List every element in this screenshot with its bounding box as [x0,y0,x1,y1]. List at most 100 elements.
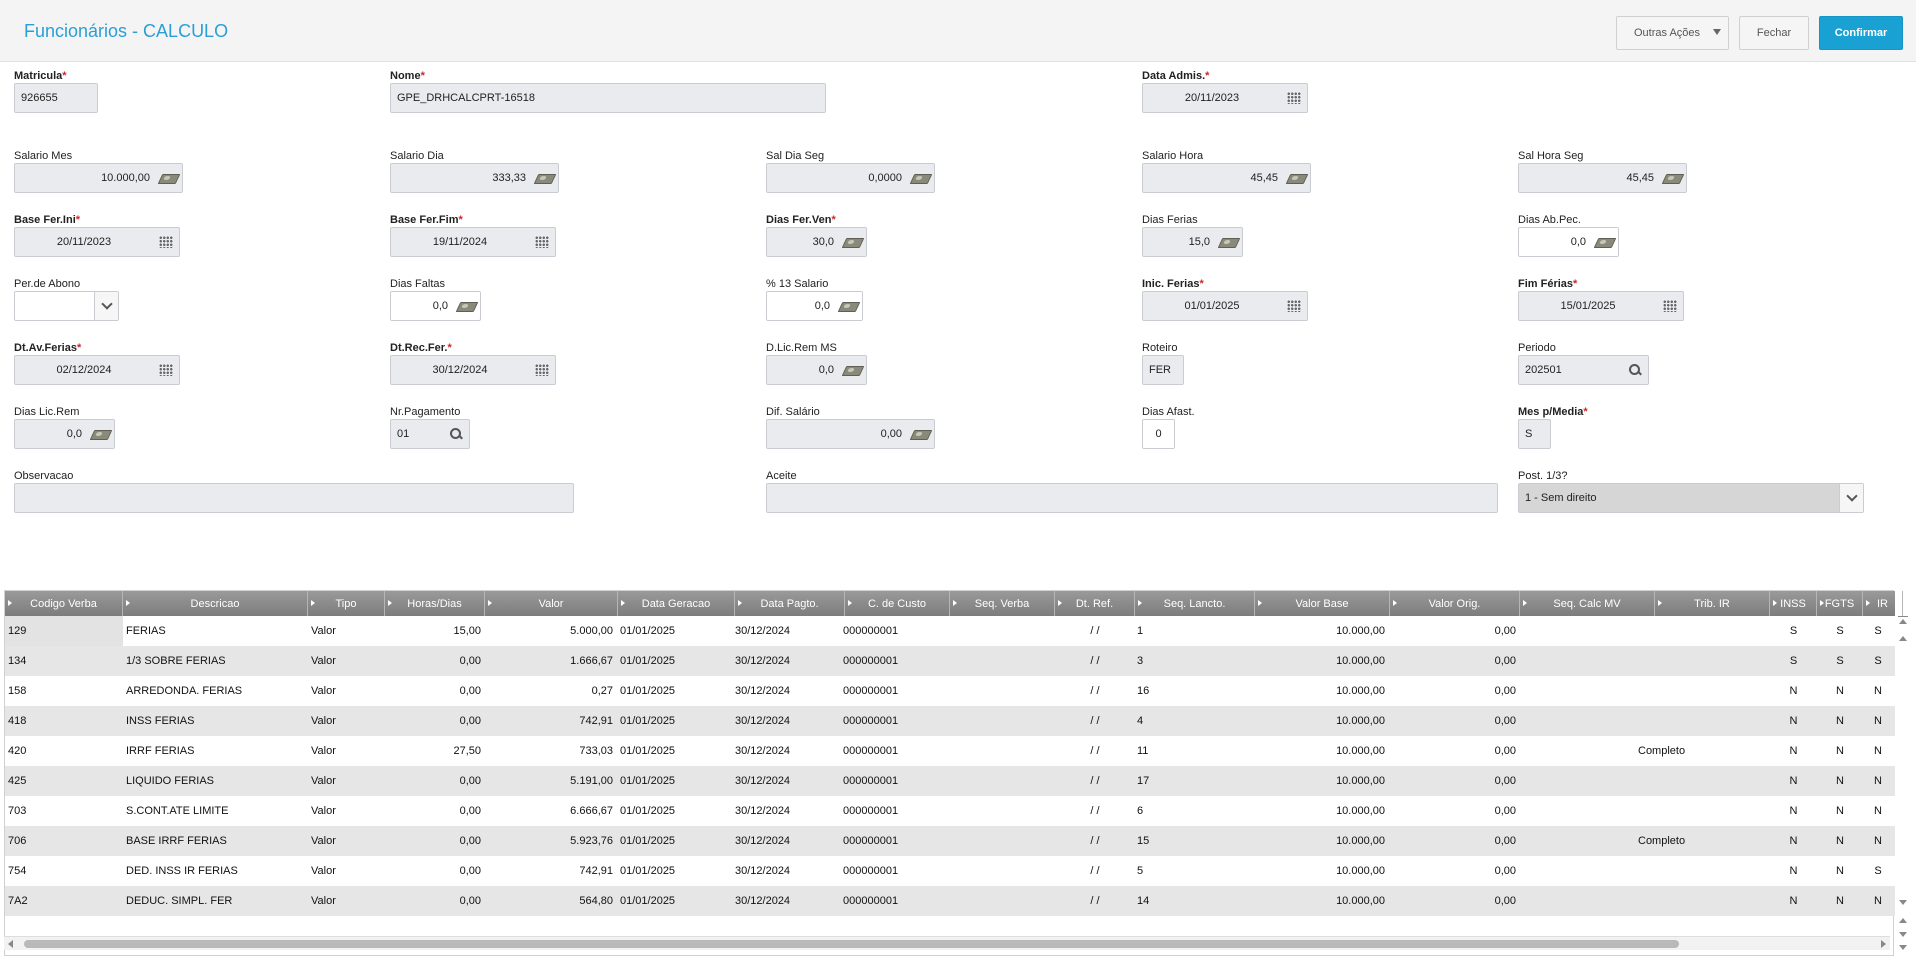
column-header[interactable]: Codigo Verba [5,591,123,616]
table-row[interactable]: 134 1/3 SOBRE FERIAS Valor 0,00 1.666,67 01/0… [5,646,1895,676]
cell-ir[interactable]: N [1863,736,1893,766]
cell-seq-verba[interactable] [950,676,1050,706]
cell-dt-ref[interactable]: / / [1055,796,1135,826]
table-row[interactable]: 706 BASE IRRF FERIAS Valor 0,00 5.923,76 01/0… [5,826,1895,856]
money-icon[interactable] [840,228,866,256]
cell-fgts[interactable]: S [1817,616,1863,646]
column-header[interactable]: Horas/Dias [385,591,485,616]
cell-custo[interactable]: 000000001 [843,766,943,796]
cell-codigo[interactable]: 703 [8,796,118,826]
money-icon[interactable] [1284,164,1310,192]
cell-codigo[interactable]: 418 [8,706,118,736]
table-row[interactable]: 754 DED. INSS IR FERIAS Valor 0,00 742,91 01/… [5,856,1895,886]
cell-seq-lancto[interactable]: 4 [1137,706,1237,736]
cell-inss[interactable]: N [1770,826,1817,856]
money-icon[interactable] [156,164,182,192]
cell-seq-calc[interactable] [1520,646,1650,676]
cell-descricao[interactable]: ARREDONDA. FERIAS [126,676,301,706]
cell-codigo[interactable]: 134 [8,646,118,676]
salario-dia-input[interactable]: 333,33 [390,163,559,193]
chevron-down-icon[interactable] [94,292,118,320]
cell-seq-verba[interactable] [950,796,1050,826]
cell-descricao[interactable]: LIQUIDO FERIAS [126,766,301,796]
cell-seq-calc[interactable] [1520,826,1650,856]
cell-horas[interactable]: 0,00 [385,826,481,856]
cell-horas[interactable]: 0,00 [385,766,481,796]
cell-custo[interactable]: 000000001 [843,676,943,706]
cell-seq-verba[interactable] [950,736,1050,766]
column-header[interactable]: Valor Base [1255,591,1390,616]
cell-custo[interactable]: 000000001 [843,736,943,766]
money-icon[interactable] [908,164,934,192]
matricula-input[interactable]: 926655 [14,83,98,113]
cell-valor-orig[interactable]: 0,00 [1390,856,1516,886]
cell-fgts[interactable]: N [1817,826,1863,856]
cell-seq-lancto[interactable]: 14 [1137,886,1237,916]
cell-data-pag[interactable]: 30/12/2024 [735,886,835,916]
column-header[interactable]: C. de Custo [845,591,950,616]
periodo-input[interactable]: 202501 [1518,355,1649,385]
calendar-icon[interactable] [153,356,179,384]
cell-descricao[interactable]: S.CONT.ATE LIMITE [126,796,301,826]
dias-faltas-input[interactable]: 0,0 [390,291,481,321]
cell-data-pag[interactable]: 30/12/2024 [735,826,835,856]
cell-descricao[interactable]: DEDUC. SIMPL. FER [126,886,301,916]
cell-data-pag[interactable]: 30/12/2024 [735,646,835,676]
cell-valor[interactable]: 733,03 [485,736,613,766]
dias-lic-rem-input[interactable]: 0,0 [14,419,115,449]
cell-data-ger[interactable]: 01/01/2025 [620,736,720,766]
money-icon[interactable] [836,292,862,320]
cell-ir[interactable]: N [1863,766,1893,796]
cell-valor-base[interactable]: 10.000,00 [1255,736,1385,766]
calendar-icon[interactable] [1281,84,1307,112]
cell-valor[interactable]: 5.000,00 [485,616,613,646]
cell-trib-ir[interactable] [1638,646,1758,676]
cell-tipo[interactable]: Valor [311,676,381,706]
sal-hora-seg-input[interactable]: 45,45 [1518,163,1687,193]
cell-dt-ref[interactable]: / / [1055,676,1135,706]
cell-valor-base[interactable]: 10.000,00 [1255,646,1385,676]
cell-ir[interactable]: S [1863,646,1893,676]
cell-valor-orig[interactable]: 0,00 [1390,886,1516,916]
cell-horas[interactable]: 27,50 [385,736,481,766]
calendar-icon[interactable] [153,228,179,256]
base-fer-ini-input[interactable]: 20/11/2023 [14,227,180,257]
cell-data-ger[interactable]: 01/01/2025 [620,826,720,856]
horizontal-scrollbar[interactable] [4,936,1890,950]
cell-custo[interactable]: 000000001 [843,886,943,916]
money-icon[interactable] [88,420,114,448]
cell-valor-base[interactable]: 10.000,00 [1255,676,1385,706]
cell-inss[interactable]: S [1770,646,1817,676]
d-lic-rem-ms-input[interactable]: 0,0 [766,355,867,385]
cell-custo[interactable]: 000000001 [843,616,943,646]
money-icon[interactable] [840,356,866,384]
salario-mes-input[interactable]: 10.000,00 [14,163,183,193]
cell-ir[interactable]: S [1863,616,1893,646]
cell-codigo[interactable]: 129 [5,616,123,646]
cell-ir[interactable]: N [1863,826,1893,856]
cell-data-pag[interactable]: 30/12/2024 [735,676,835,706]
cell-dt-ref[interactable]: / / [1055,856,1135,886]
cell-horas[interactable]: 0,00 [385,856,481,886]
calendar-icon[interactable] [529,356,555,384]
cell-data-ger[interactable]: 01/01/2025 [620,616,720,646]
cell-seq-calc[interactable] [1520,676,1650,706]
cell-trib-ir[interactable] [1638,766,1758,796]
cell-valor[interactable]: 6.666,67 [485,796,613,826]
cell-seq-calc[interactable] [1520,616,1650,646]
cell-codigo[interactable]: 158 [8,676,118,706]
scroll-right-icon[interactable] [1881,940,1886,948]
cell-valor-orig[interactable]: 0,00 [1390,736,1516,766]
cell-seq-verba[interactable] [950,706,1050,736]
cell-dt-ref[interactable]: / / [1055,886,1135,916]
cell-seq-lancto[interactable]: 15 [1137,826,1237,856]
cell-valor-base[interactable]: 10.000,00 [1255,826,1385,856]
table-row[interactable]: 425 LIQUIDO FERIAS Valor 0,00 5.191,00 01/01/… [5,766,1895,796]
money-icon[interactable] [908,420,934,448]
cell-trib-ir[interactable] [1638,856,1758,886]
scroll-thumb[interactable] [24,940,1679,948]
cell-data-ger[interactable]: 01/01/2025 [620,856,720,886]
scroll-top-arrow-icon[interactable] [1899,619,1907,624]
cell-data-pag[interactable]: 30/12/2024 [735,616,835,646]
cell-seq-calc[interactable] [1520,856,1650,886]
